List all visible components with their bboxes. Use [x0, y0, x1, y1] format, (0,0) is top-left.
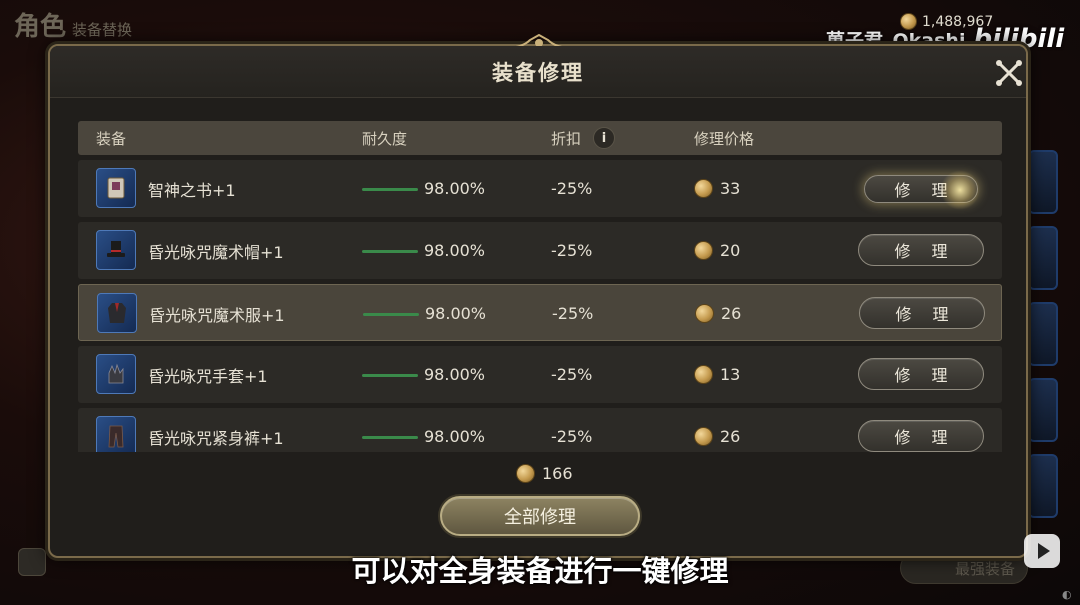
item-name: 智神之书+1 — [148, 180, 236, 200]
book-icon — [96, 168, 136, 208]
durability-value: 98.00% — [424, 179, 486, 198]
header-durability: 耐久度 — [362, 129, 408, 148]
side-equipment-slot[interactable] — [1028, 454, 1058, 518]
total-repair-cost: 166 — [516, 464, 573, 483]
discount-value: -25% — [551, 427, 593, 446]
repair-all-button[interactable]: 全部修理 — [440, 496, 640, 536]
discount-value: -25% — [551, 241, 593, 260]
side-equipment-slot[interactable] — [1028, 378, 1058, 442]
table-row[interactable]: 昏光咏咒手套+1 98.00% -25% 13 修 理 — [78, 346, 1002, 403]
durability-bar — [362, 436, 418, 439]
header-equipment: 装备 — [96, 129, 127, 148]
side-equipment-slot[interactable] — [1028, 302, 1058, 366]
dialog-title: 装备修理 — [492, 60, 584, 85]
durability-bar — [363, 313, 419, 316]
item-name: 昏光咏咒手套+1 — [148, 366, 268, 386]
repair-button[interactable]: 修 理 — [858, 234, 984, 266]
repair-button[interactable]: 修 理 — [858, 420, 984, 452]
dialog-header: 装备修理 — [50, 46, 1026, 98]
discount-value: -25% — [551, 179, 593, 198]
robe-icon — [97, 293, 137, 333]
item-name: 昏光咏咒魔术服+1 — [149, 305, 285, 325]
price-value: 26 — [721, 304, 742, 323]
repair-price: 20 — [694, 222, 740, 279]
repair-dialog: 装备修理 装备 耐久度 折扣 i 修理价格 智神之书+1 98.00% -25%… — [48, 34, 1028, 558]
gloves-icon — [96, 354, 136, 394]
corner-icon: ◐ — [1062, 588, 1072, 601]
hat-icon — [96, 230, 136, 270]
gold-coin-icon — [516, 464, 535, 483]
side-equipment-slot[interactable] — [1028, 226, 1058, 290]
background-title-sub: 装备替换 — [72, 21, 133, 39]
repair-price: 26 — [694, 408, 740, 452]
table-row[interactable]: 昏光咏咒魔术帽+1 98.00% -25% 20 修 理 — [78, 222, 1002, 279]
gold-coin-icon — [694, 365, 713, 384]
durability-bar — [362, 250, 418, 253]
background-page-title: 角色 装备替换 — [14, 6, 132, 43]
durability-value: 98.00% — [424, 365, 486, 384]
header-discount-label: 折扣 — [551, 129, 582, 148]
table-header: 装备 耐久度 折扣 i 修理价格 — [78, 121, 1002, 155]
durability-value: 98.00% — [424, 427, 486, 446]
gold-coin-icon — [694, 427, 713, 446]
total-price-value: 166 — [542, 464, 573, 483]
gold-coin-icon — [694, 241, 713, 260]
durability-bar — [362, 374, 418, 377]
info-icon[interactable]: i — [593, 127, 616, 149]
header-price: 修理价格 — [694, 129, 755, 148]
discount-value: -25% — [551, 365, 593, 384]
durability-bar — [362, 188, 418, 191]
repair-price: 33 — [694, 160, 740, 217]
gold-coin-icon — [695, 304, 714, 323]
header-discount: 折扣 i — [551, 121, 616, 155]
durability-value: 98.00% — [425, 304, 487, 323]
close-icon[interactable] — [994, 58, 1024, 88]
table-row[interactable]: 智神之书+1 98.00% -25% 33 修 理 — [78, 160, 1002, 217]
item-name: 昏光咏咒紧身裤+1 — [148, 428, 284, 448]
discount-value: -25% — [552, 304, 594, 323]
price-value: 26 — [720, 427, 741, 446]
price-value: 33 — [720, 179, 741, 198]
side-equipment-slot[interactable] — [1028, 150, 1058, 214]
play-icon[interactable] — [1024, 534, 1060, 568]
background-title-main: 角色 — [14, 12, 67, 42]
video-subtitle: 可以对全身装备进行一键修理 — [351, 554, 729, 588]
repair-price: 13 — [694, 346, 740, 403]
repair-price: 26 — [695, 285, 741, 342]
price-value: 13 — [720, 365, 741, 384]
durability-value: 98.00% — [424, 241, 486, 260]
price-value: 20 — [720, 241, 741, 260]
item-name: 昏光咏咒魔术帽+1 — [148, 242, 284, 262]
table-row[interactable]: 昏光咏咒魔术服+1 98.00% -25% 26 修 理 — [78, 284, 1002, 341]
gold-coin-icon — [694, 179, 713, 198]
pants-icon — [96, 416, 136, 452]
repair-button[interactable]: 修 理 — [859, 297, 985, 329]
table-row[interactable]: 昏光咏咒紧身裤+1 98.00% -25% 26 修 理 — [78, 408, 1002, 452]
repair-button[interactable]: 修 理 — [858, 358, 984, 390]
repair-button[interactable]: 修 理 — [864, 175, 978, 203]
